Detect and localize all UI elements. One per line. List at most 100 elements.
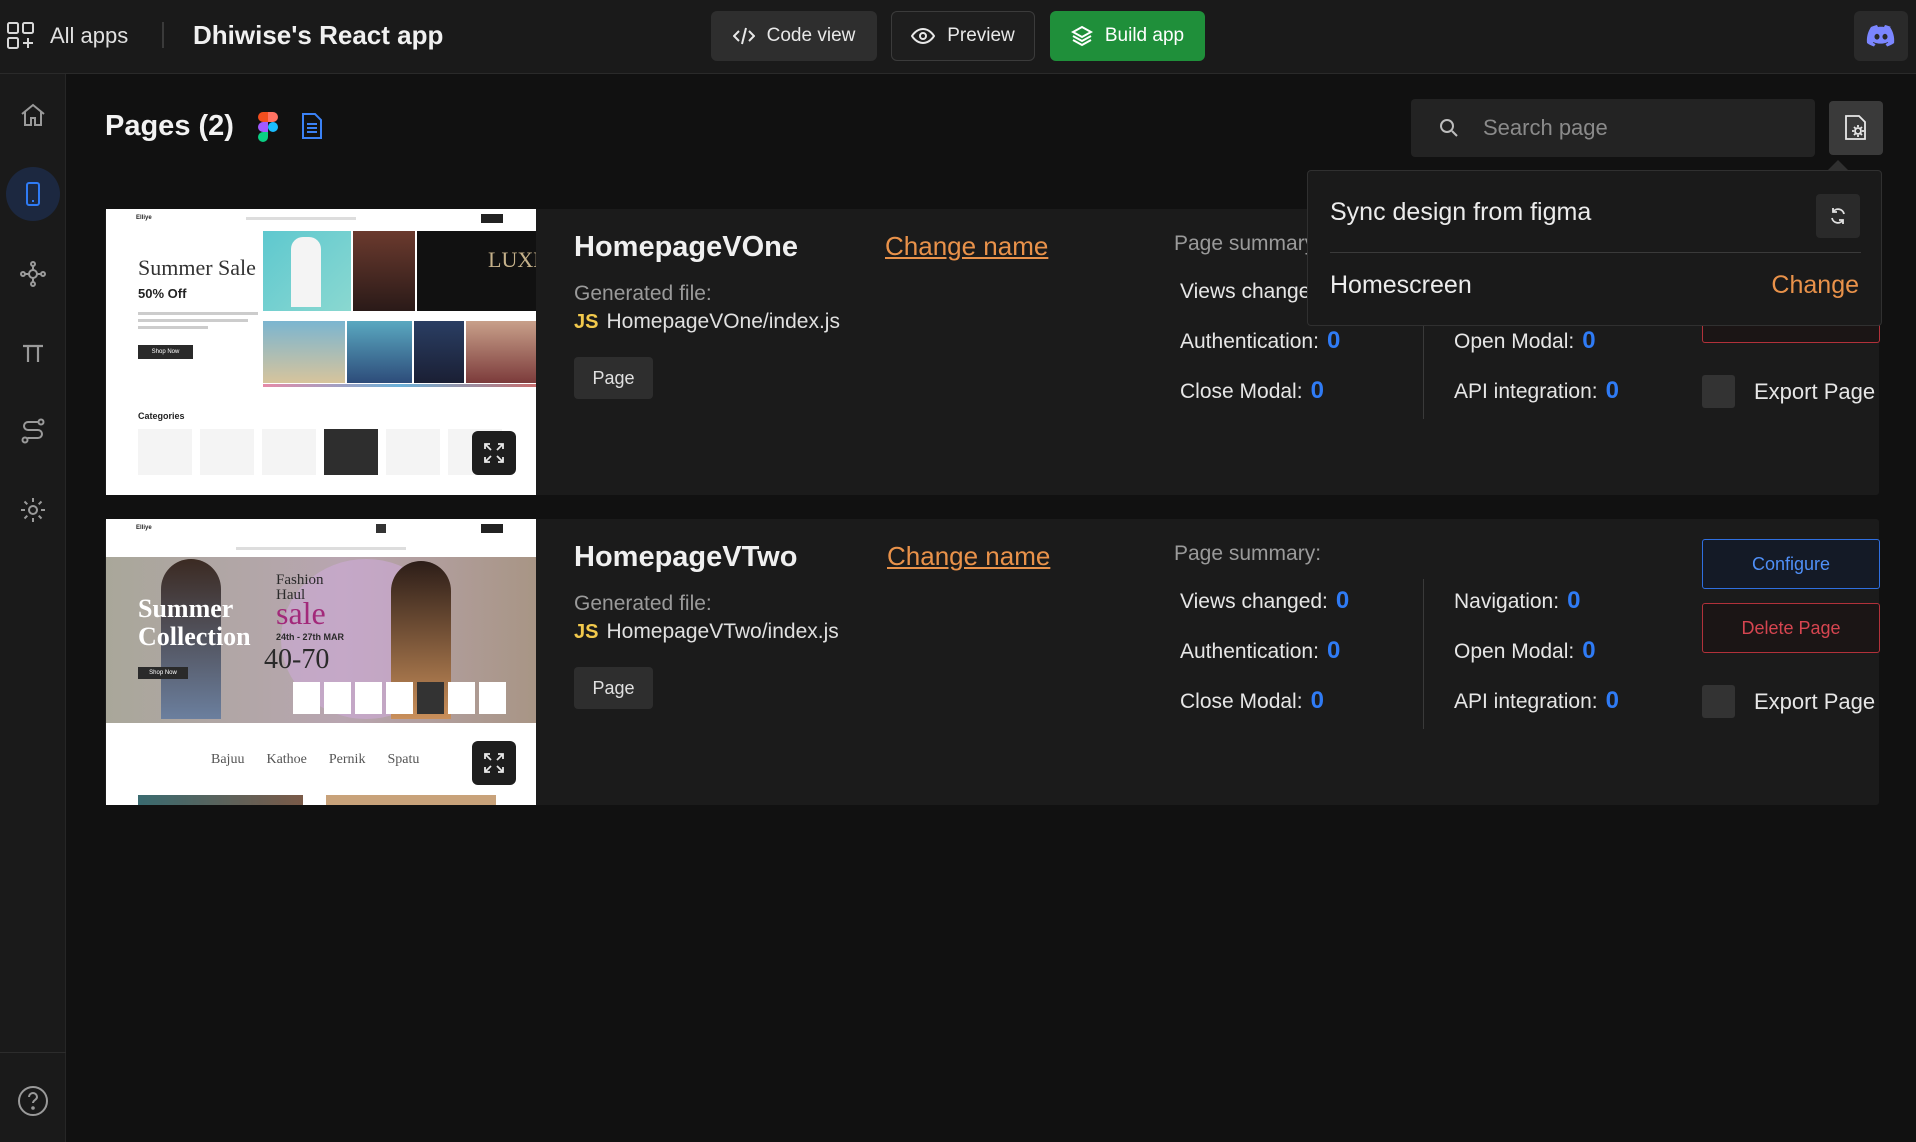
thumb-discount: 40-70 [264,644,330,675]
thumb-sub: 50% Off [138,286,187,301]
configure-button[interactable]: Configure [1702,539,1880,589]
stat-label: Open Modal: [1454,640,1575,663]
export-checkbox[interactable] [1702,375,1735,408]
thumb-headline1: Summer [138,594,234,623]
stat-value: 0 [1582,637,1596,664]
sidebar-item-settings[interactable] [6,483,60,537]
generated-file-path[interactable]: JS HomepageVOne/index.js [574,310,840,334]
stat-label: API integration: [1454,380,1598,403]
stat-navigation: Navigation: 0 [1454,587,1580,615]
expand-thumbnail-button[interactable] [472,741,516,785]
sidebar-item-help[interactable] [6,1074,60,1128]
layers-icon [1070,25,1093,47]
stat-value: 0 [1326,637,1341,664]
code-icon [732,27,755,45]
sidebar-item-flow[interactable] [6,404,60,458]
export-checkbox[interactable] [1702,685,1735,718]
export-page-toggle[interactable]: Export Page [1702,375,1875,408]
start-screen-name: Homescreen [1330,271,1472,299]
figma-sync-popover: Sync design from figma Homescreen Change [1307,160,1882,326]
topbar-divider [162,22,164,48]
thumb-brand: Elliye [136,215,152,221]
generated-file-label: Generated file: [574,592,712,615]
change-name-link[interactable]: Change name [885,231,1048,262]
thumb-headline2: Collection [138,622,251,651]
stat-label: API integration: [1454,690,1598,713]
change-screen-link[interactable]: Change [1771,271,1859,300]
settings-icon [21,498,45,522]
page-thumbnail[interactable]: Elliye Summer Sale 50% Off Shop Now LUXE… [106,209,536,495]
stat-api-integration: API integration: 0 [1454,377,1619,405]
expand-thumbnail-button[interactable] [472,431,516,475]
page-title: Pages (2) [105,110,234,142]
generated-file-path[interactable]: JS HomepageVTwo/index.js [574,620,839,644]
preview-button[interactable]: Preview [891,11,1035,61]
page-name: HomepageVOne [574,231,798,263]
stat-authentication: Authentication: 0 [1180,637,1340,665]
page-thumbnail[interactable]: Elliye Summer Collection Fashion Haul sa… [106,519,536,805]
figma-icon[interactable] [258,112,278,142]
settings-doc-icon [1845,115,1866,140]
top-bar: All apps Dhiwise's React app Code view P… [0,0,1916,74]
sidebar-item-components[interactable] [6,247,60,301]
stat-value: 0 [1605,377,1619,404]
page-type-tag: Page [574,357,653,399]
page-summary-label: Page summary: [1174,232,1322,255]
sidebar-item-constants[interactable] [6,326,60,380]
thumb-headline: Summer Sale [138,255,256,280]
sidebar [0,74,66,1142]
sync-button[interactable] [1816,194,1860,238]
generated-file-label: Generated file: [574,282,712,305]
stat-value: 0 [1335,587,1350,614]
document-icon[interactable] [301,112,323,140]
refresh-icon [1831,208,1845,224]
thumb-luxe: LUXE [488,247,536,272]
stat-label: Open Modal: [1454,330,1575,353]
stat-views-changed: Views changed: 0 [1180,587,1349,615]
thumb-cta: Shop Now [138,667,188,679]
page-name: HomepageVTwo [574,541,798,573]
thumb-brand-1: Bajuu [211,752,245,767]
change-name-link[interactable]: Change name [887,541,1050,572]
page-summary-label: Page summary: [1174,542,1322,565]
search-input[interactable] [1483,115,1783,141]
stat-label: Close Modal: [1180,690,1303,713]
generated-file-name: HomepageVTwo/index.js [606,620,839,643]
app-title: Dhiwise's React app [193,20,444,50]
code-view-button[interactable]: Code view [711,11,877,61]
expand-icon [484,443,504,463]
build-app-label: Build app [1104,25,1185,46]
stat-value: 0 [1567,587,1581,614]
discord-button[interactable] [1854,11,1908,61]
stat-label: Navigation: [1454,590,1560,613]
export-page-toggle[interactable]: Export Page [1702,685,1875,718]
constants-icon [23,344,43,362]
stat-label: Views changed: [1180,280,1328,303]
build-app-button[interactable]: Build app [1050,11,1205,61]
stat-authentication: Authentication: 0 [1180,327,1340,355]
delete-page-button[interactable]: Delete Page [1702,603,1880,653]
stat-value: 0 [1310,377,1324,404]
popover-divider [1330,252,1861,253]
search-box[interactable] [1411,99,1815,157]
thumb-brand-4: Spatu [387,752,420,767]
stat-value: 0 [1326,327,1341,354]
stat-open-modal: Open Modal: 0 [1454,327,1596,355]
components-icon [20,261,46,287]
stat-label: Close Modal: [1180,380,1303,403]
expand-icon [484,753,504,773]
page-settings-button[interactable] [1829,101,1883,155]
home-icon [21,103,45,126]
stat-open-modal: Open Modal: 0 [1454,637,1596,665]
thumb-cta: Shop Now [138,345,193,359]
thumb-sale: sale [276,595,326,631]
stat-close-modal: Close Modal: 0 [1180,377,1324,405]
thumb-dates: 24th - 27th MAR [276,632,345,642]
js-file-icon: JS [574,620,599,643]
sidebar-item-pages[interactable] [6,167,60,221]
stat-value: 0 [1582,327,1596,354]
thumb-brand: Elliye [136,525,152,531]
all-apps-link[interactable]: All apps [6,18,128,54]
apps-grid-icon [7,22,34,49]
sidebar-item-home[interactable] [6,88,60,142]
